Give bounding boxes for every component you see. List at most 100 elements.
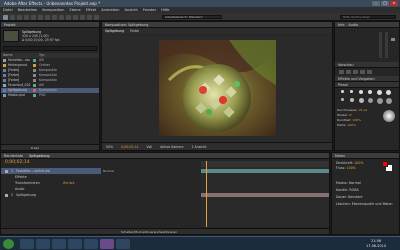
footage-icon <box>3 59 6 62</box>
timeline-graph[interactable] <box>201 161 329 227</box>
brush-tip[interactable] <box>359 90 363 94</box>
views-select[interactable]: 1 Ansicht <box>192 143 207 150</box>
taskbar-app-icon[interactable] <box>116 239 130 249</box>
system-clock[interactable]: 21:56 17.06.2010 <box>366 239 386 249</box>
brush-tool-icon[interactable] <box>66 14 71 20</box>
label-color <box>33 94 36 97</box>
composition-icon <box>3 74 6 77</box>
brush-tip[interactable] <box>359 98 364 103</box>
opacity-label: Deckkraft: <box>336 161 354 165</box>
color-swatches <box>382 161 396 173</box>
time-ruler[interactable] <box>201 161 329 167</box>
help-search-input[interactable]: Hilfe durchsuchen <box>340 15 396 19</box>
start-button[interactable] <box>3 239 14 249</box>
roto-brush-tool-icon[interactable] <box>87 14 92 20</box>
selection-tool-icon[interactable] <box>3 14 8 20</box>
layer-number: 2 <box>11 193 14 197</box>
hand-tool-icon[interactable] <box>10 14 15 20</box>
label-color <box>33 89 36 92</box>
taskbar-media-icon[interactable] <box>52 239 66 249</box>
flow-value[interactable]: 100% <box>347 166 356 170</box>
project-search-input[interactable] <box>3 46 97 51</box>
brush-tip[interactable] <box>350 90 353 93</box>
tab-render-queue[interactable]: Renderliste <box>4 153 23 158</box>
tab-audio[interactable]: Audio <box>348 22 358 27</box>
brush-tip[interactable] <box>368 90 372 94</box>
brush-hardness-value[interactable]: 100% <box>347 123 356 127</box>
puppet-tool-icon[interactable] <box>94 14 99 20</box>
prev-frame-icon[interactable] <box>346 70 351 74</box>
toggle-switches-modes[interactable]: Schalter/Modi aktivieren/deaktivieren <box>121 230 177 234</box>
window-title: Adobe After Effects - Unbenanntes Projek… <box>4 1 101 6</box>
pen-tool-icon[interactable] <box>52 14 57 20</box>
visibility-icon[interactable] <box>5 169 8 173</box>
brush-tip[interactable] <box>368 98 373 103</box>
brush-tip[interactable] <box>350 98 354 102</box>
tools-bar: Arbeitsbereich: Standard Hilfe durchsuch… <box>0 13 400 21</box>
playhead[interactable] <box>206 161 207 227</box>
last-frame-icon[interactable] <box>367 70 372 74</box>
close-button[interactable]: × <box>390 1 398 6</box>
taskbar-app-icon[interactable] <box>68 239 82 249</box>
tab-timeline-comp[interactable]: Splitgebung <box>29 153 49 158</box>
layer-list: 1 Fackelbe...nscher.avi Effekte Transfor… <box>1 168 101 226</box>
transform-reset-link[interactable]: Zurück <box>63 180 75 186</box>
tab-info[interactable]: Info <box>338 22 344 27</box>
layer-bar[interactable] <box>201 169 329 173</box>
eraser-tool-icon[interactable] <box>80 14 85 20</box>
text-tool-icon[interactable] <box>59 14 64 20</box>
opacity-value[interactable]: 100% <box>354 161 363 165</box>
comp-subtab-splitgebung[interactable]: Splitgebung <box>105 28 124 34</box>
comp-viewer[interactable] <box>102 35 332 142</box>
brush-roundness-value[interactable]: 100% <box>352 118 361 122</box>
mode-select[interactable]: Normal <box>349 181 361 185</box>
next-frame-icon[interactable] <box>360 70 365 74</box>
mode-column: Normal <box>103 168 127 174</box>
label-color <box>33 64 36 67</box>
taskbar-after-effects-icon[interactable] <box>100 239 114 249</box>
label-color <box>33 59 36 62</box>
brush-diameter-value[interactable]: 21 px <box>359 108 367 112</box>
first-frame-icon[interactable] <box>339 70 344 74</box>
zoom-tool-icon[interactable] <box>17 14 22 20</box>
brush-tip[interactable] <box>377 98 383 104</box>
brush-angle-value[interactable]: 0° <box>349 113 352 117</box>
workspace-selector[interactable]: Arbeitsbereich: Standard <box>162 15 222 19</box>
duration-select[interactable]: Konstant <box>348 195 363 199</box>
clock-date: 17.06.2010 <box>366 244 387 248</box>
camera-tool-icon[interactable] <box>31 14 36 20</box>
brush-tip[interactable] <box>377 90 382 95</box>
footage-icon <box>3 84 6 87</box>
list-item[interactable]: Maske.psd PSD <box>1 93 99 98</box>
erase-select[interactable]: Ebenenquelle und Malen <box>352 202 393 206</box>
volume-slider-handle[interactable] <box>391 38 395 41</box>
maximize-button[interactable]: □ <box>381 1 389 6</box>
comp-timecode[interactable]: 0;00;02;14 <box>121 143 138 150</box>
table-row[interactable]: 2 Splitgebung <box>1 192 101 198</box>
channels-select[interactable]: RGBA <box>349 188 358 192</box>
brush-tip[interactable] <box>341 90 344 93</box>
camera-select[interactable]: Aktive Kamera <box>160 143 183 150</box>
mode-select[interactable]: Normal <box>103 168 127 174</box>
taskbar-explorer-icon[interactable] <box>20 239 34 249</box>
visibility-icon[interactable] <box>5 193 8 197</box>
play-icon[interactable] <box>353 70 358 74</box>
project-panel: Projekt Splitgebung 320 x 240 (1,00) Δ 0… <box>0 21 100 151</box>
mask-tool-icon[interactable] <box>45 14 50 20</box>
layer-bar[interactable] <box>201 193 329 197</box>
bit-depth-button[interactable]: 8 bpc <box>31 146 39 150</box>
taskbar-browser-icon[interactable] <box>36 239 50 249</box>
resolution-select[interactable]: Voll <box>147 143 153 150</box>
comp-subtab-farbe[interactable]: Farbe <box>130 28 139 34</box>
minimize-button[interactable]: – <box>372 1 380 6</box>
zoom-select[interactable]: 50% <box>106 143 113 150</box>
brush-tip[interactable] <box>341 98 344 101</box>
brush-tip[interactable] <box>386 90 391 95</box>
taskbar-app-icon[interactable] <box>84 239 98 249</box>
tab-paint[interactable]: Malen <box>332 153 399 159</box>
clone-tool-icon[interactable] <box>73 14 78 20</box>
foreground-color-swatch[interactable] <box>382 161 388 167</box>
brush-tip[interactable] <box>386 98 392 104</box>
rotate-tool-icon[interactable] <box>24 14 29 20</box>
pan-behind-tool-icon[interactable] <box>38 14 43 20</box>
